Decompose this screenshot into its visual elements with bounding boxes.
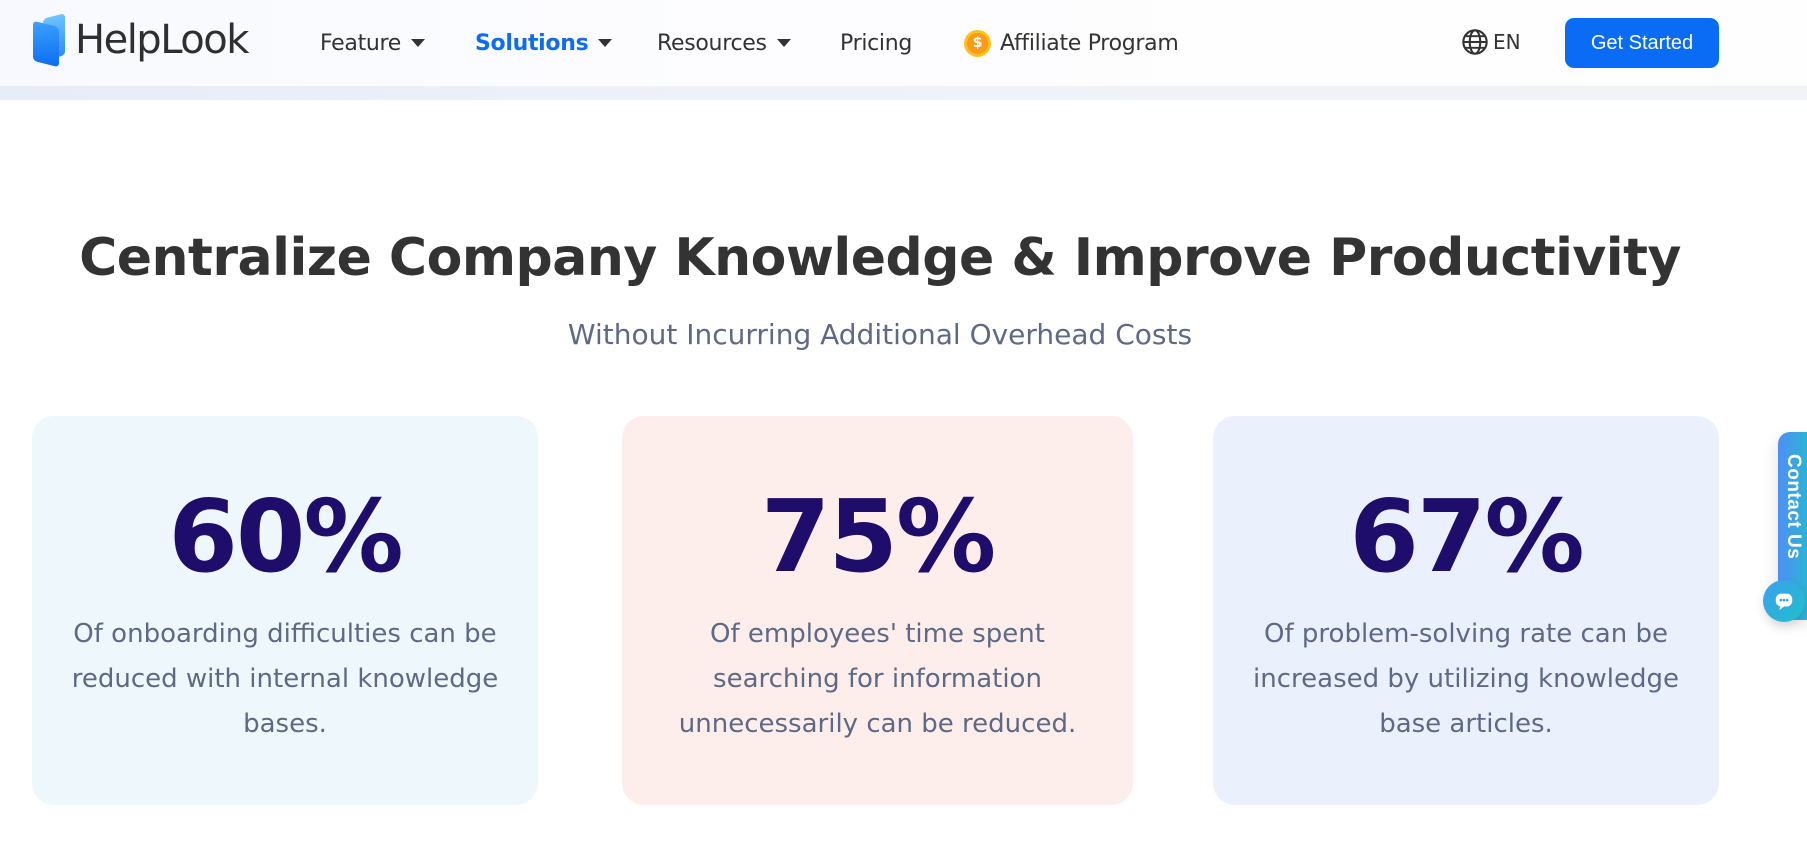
nav-feature-label: Feature [320, 30, 402, 56]
stat-card: 60% Of onboarding difficulties can be re… [32, 416, 538, 805]
nav-pricing-label: Pricing [840, 30, 913, 56]
page-subtitle: Without Incurring Additional Overhead Co… [567, 318, 1193, 351]
brand-name: HelpLook [75, 17, 249, 63]
page-title: Centralize Company Knowledge & Improve P… [79, 228, 1681, 288]
stat-value: 60% [168, 478, 403, 595]
caret-down-icon [411, 39, 426, 47]
helplook-logo-icon [33, 13, 67, 68]
brand-logo[interactable]: HelpLook [33, 13, 249, 68]
nav-feature[interactable]: Feature [320, 26, 426, 60]
caret-down-icon [776, 39, 791, 47]
nav-pricing[interactable]: Pricing [840, 26, 912, 60]
contact-us-label: Contact Us [1783, 454, 1804, 560]
nav-solutions[interactable]: Solutions [475, 26, 613, 60]
get-started-button[interactable]: Get Started [1565, 18, 1719, 68]
language-selector[interactable]: EN [1461, 27, 1521, 57]
nav-solutions-label: Solutions [475, 30, 589, 56]
nav-resources-label: Resources [657, 30, 767, 56]
caret-down-icon [598, 39, 613, 47]
language-label: EN [1493, 30, 1521, 54]
nav-affiliate-label: Affiliate Program [1000, 30, 1179, 56]
stat-value: 67% [1349, 478, 1584, 595]
stat-card: 67% Of problem-solving rate can be incre… [1213, 416, 1719, 805]
chat-bubble-icon [1775, 593, 1793, 611]
nav-affiliate-program[interactable]: $ Affiliate Program [964, 26, 1179, 60]
top-navbar: HelpLook Feature Solutions Resources Pri… [0, 0, 1807, 86]
navbar-shadow-band [0, 86, 1807, 100]
dollar-coin-icon: $ [964, 29, 991, 57]
nav-resources[interactable]: Resources [657, 26, 791, 60]
chat-button[interactable] [1763, 580, 1805, 622]
globe-icon [1462, 29, 1488, 55]
stat-value: 75% [760, 478, 996, 595]
stat-description: Of problem-solving rate can be increased… [1253, 619, 1679, 739]
stat-description: Of employees' time spent searching for i… [678, 619, 1077, 739]
stat-card: 75% Of employees' time spent searching f… [622, 416, 1133, 805]
stat-description: Of onboarding difficulties can be reduce… [71, 619, 499, 739]
